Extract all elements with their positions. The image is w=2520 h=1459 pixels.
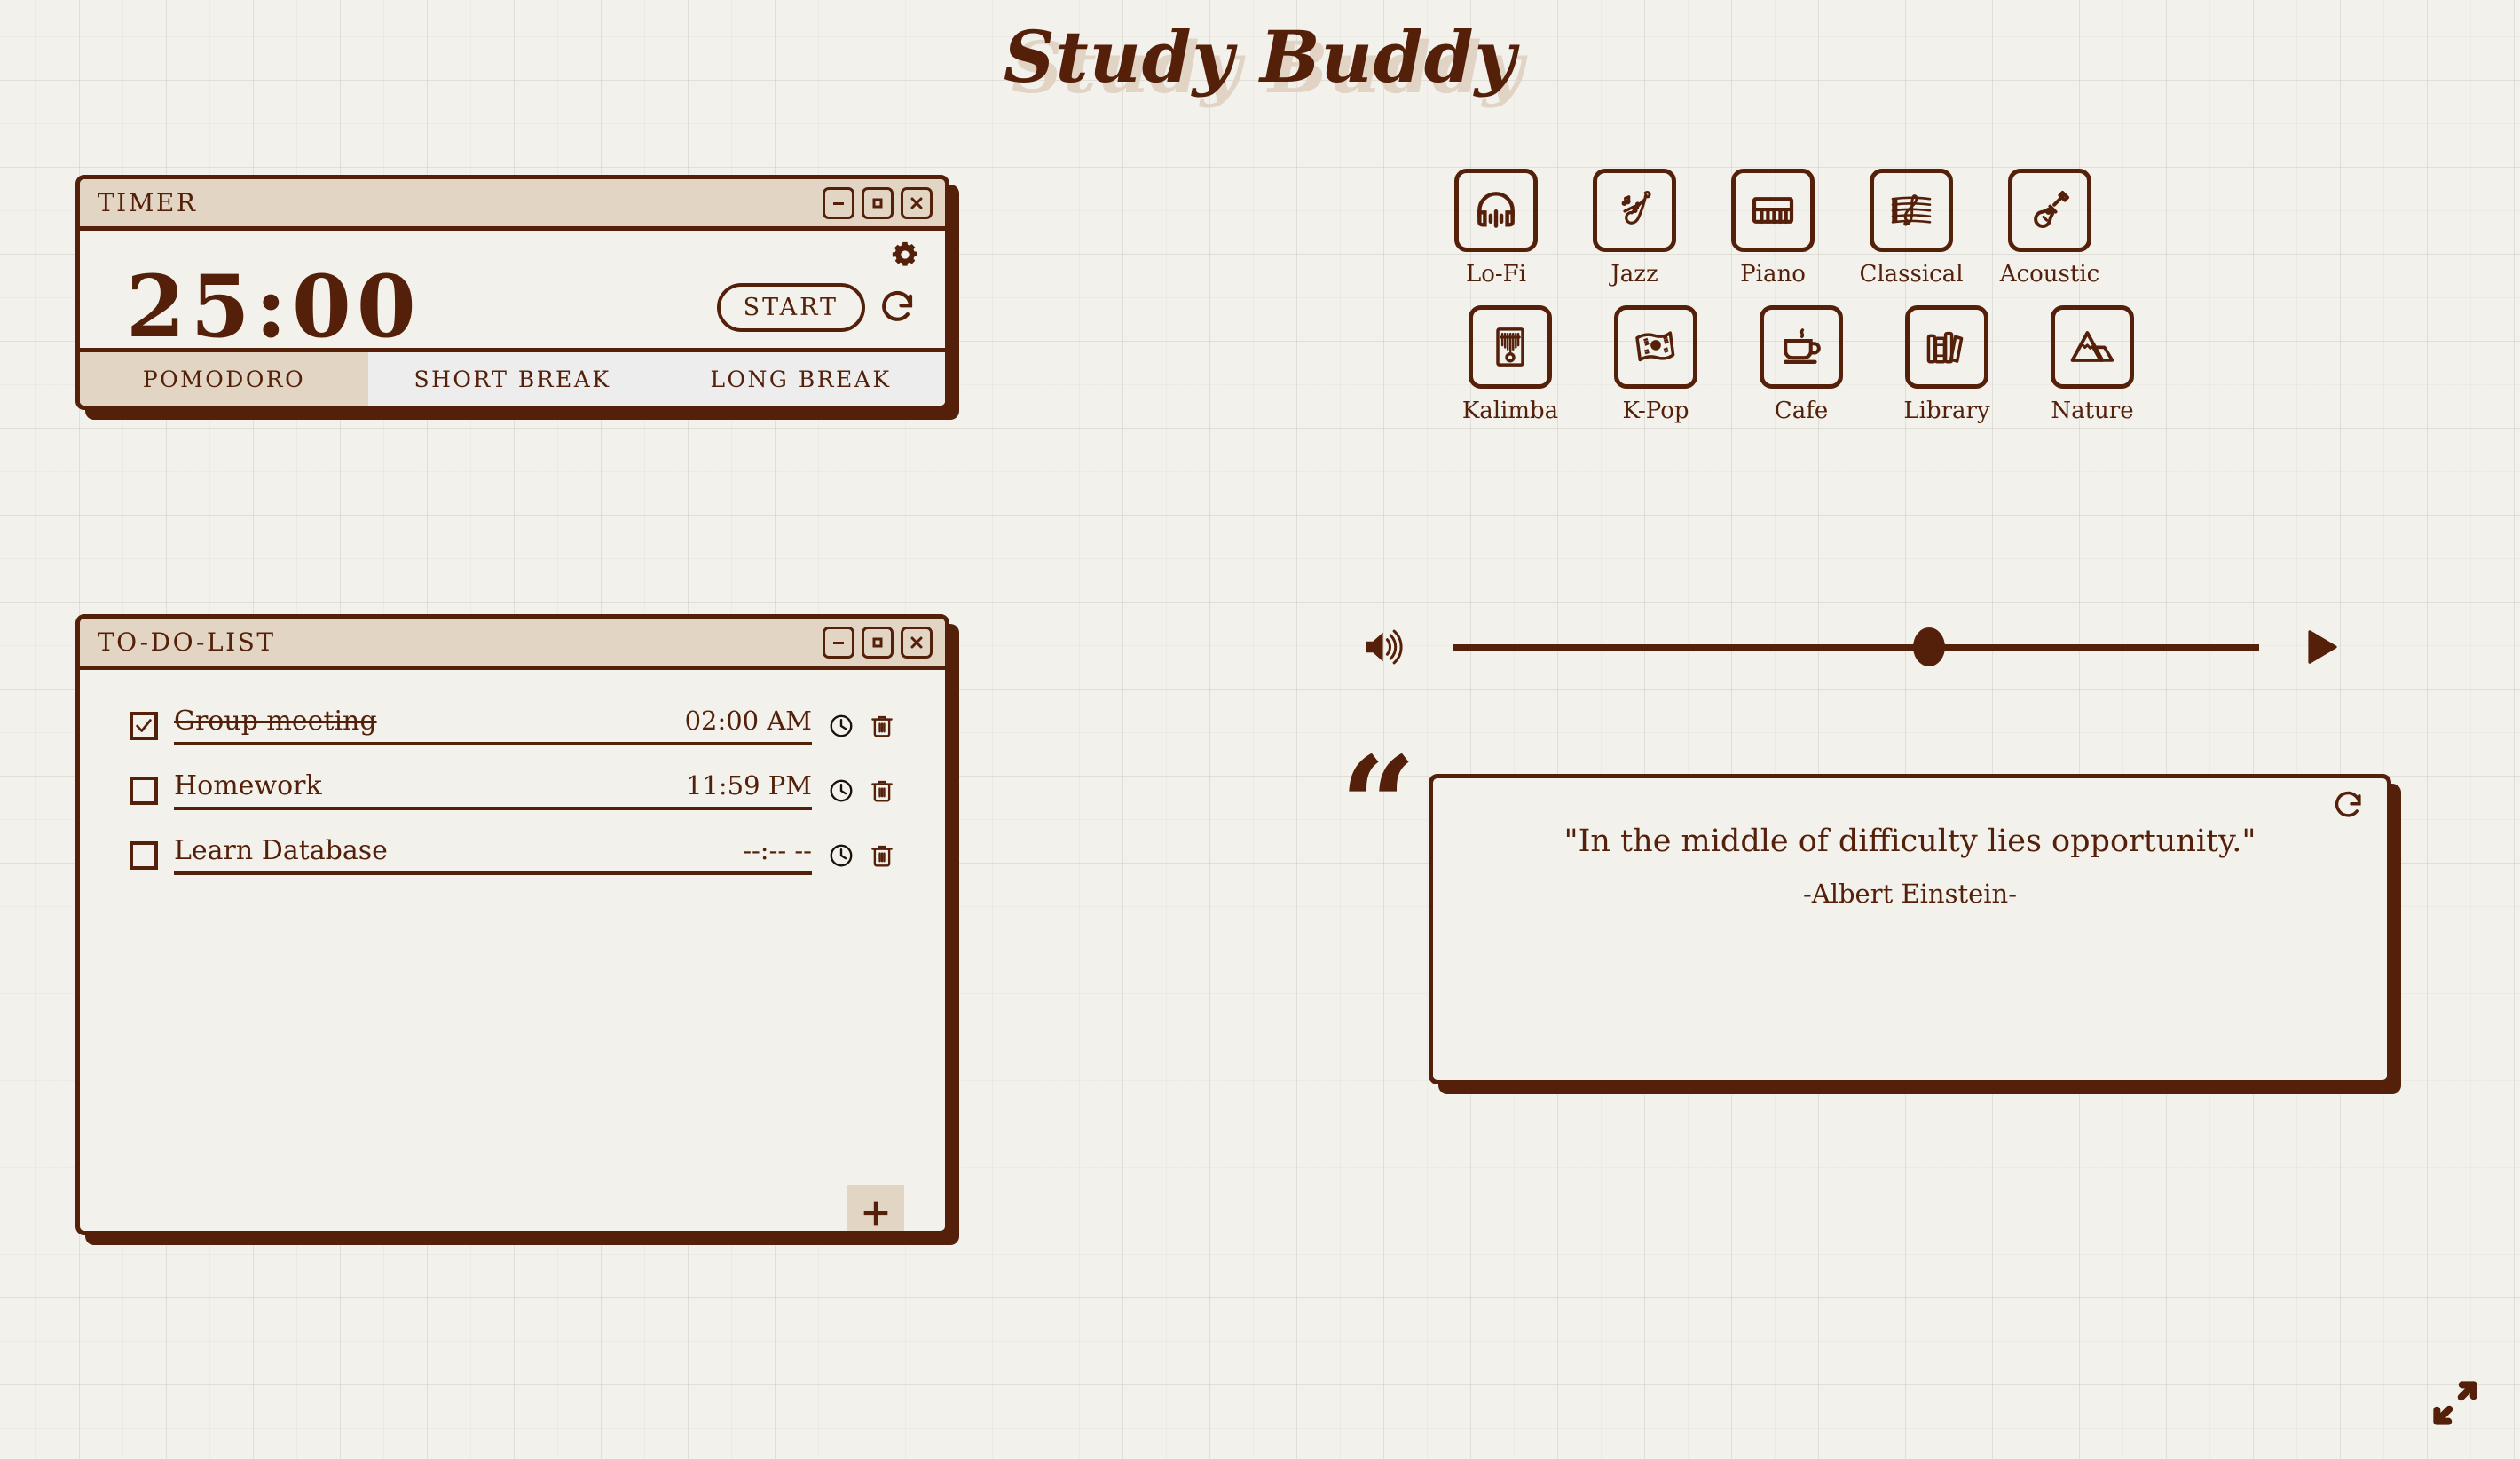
- expand-icon[interactable]: [2426, 1376, 2485, 1431]
- quote-box: "In the middle of difficulty lies opport…: [1429, 774, 2391, 1084]
- task-checkbox[interactable]: [130, 776, 158, 805]
- minimize-icon[interactable]: [823, 186, 854, 219]
- timer-controls: START: [716, 282, 917, 332]
- quote-text: "In the middle of difficulty lies opport…: [1563, 824, 2256, 859]
- sound-item-piano[interactable]: Piano: [1714, 169, 1831, 288]
- task-checkbox[interactable]: [130, 840, 158, 870]
- close-icon[interactable]: [901, 626, 933, 659]
- korean-flag-icon: [1614, 305, 1697, 389]
- refresh-icon[interactable]: [2332, 789, 2366, 823]
- sound-label: Nature: [2051, 398, 2134, 424]
- sound-item-acoustic[interactable]: Acoustic: [1991, 169, 2108, 288]
- task-checkbox[interactable]: [130, 711, 158, 740]
- sound-label: Piano: [1740, 261, 1806, 288]
- player-controls: [1358, 621, 2343, 673]
- sound-item-library[interactable]: Library: [1888, 305, 2005, 424]
- maximize-icon[interactable]: [862, 626, 894, 659]
- sound-label: Jazz: [1610, 261, 1658, 288]
- music-sheet-icon: [1870, 169, 1953, 252]
- sound-label: Library: [1903, 398, 1990, 424]
- sound-item-jazz[interactable]: Jazz: [1576, 169, 1693, 288]
- todo-title-bar: TO-DO-LIST: [80, 619, 945, 670]
- tab-short-break[interactable]: SHORT BREAK: [368, 352, 657, 406]
- quote-author: -Albert Einstein-: [1802, 878, 2018, 909]
- list-item: Group meeting 02:00 AM: [130, 706, 895, 745]
- timer-main-row: 25:00 START: [80, 264, 945, 350]
- clock-icon[interactable]: [828, 713, 854, 739]
- minimize-icon[interactable]: [823, 626, 854, 659]
- volume-track: [1453, 643, 2259, 651]
- timer-title-bar: TIMER: [80, 179, 945, 231]
- sound-row-1: Lo-Fi Jazz Piano Classical Acoustic: [1437, 169, 2307, 288]
- close-icon[interactable]: [901, 186, 933, 219]
- page-title: Study Buddy: [1003, 15, 1517, 99]
- headphones-icon: [1454, 169, 1538, 252]
- sound-item-kalimba[interactable]: Kalimba: [1452, 305, 1569, 424]
- task-content: Group meeting 02:00 AM: [174, 706, 812, 745]
- kalimba-icon: [1469, 305, 1552, 389]
- task-time: 11:59 PM: [686, 770, 812, 800]
- sound-label: Lo-Fi: [1465, 261, 1527, 288]
- task-actions: [828, 842, 895, 869]
- sound-item-classical[interactable]: Classical: [1853, 169, 1970, 288]
- quotation-mark-icon: “: [1340, 728, 1417, 884]
- reset-icon[interactable]: [879, 288, 917, 326]
- task-label: Homework: [174, 770, 322, 801]
- trash-icon[interactable]: [869, 777, 895, 804]
- trash-icon[interactable]: [869, 713, 895, 739]
- volume-icon[interactable]: [1358, 621, 1413, 673]
- sound-label: Cafe: [1774, 398, 1829, 424]
- timer-window-title: TIMER: [98, 188, 198, 217]
- sound-label: Kalimba: [1461, 398, 1559, 424]
- todo-body: Group meeting 02:00 AM Homework 11:59 PM: [80, 670, 945, 1231]
- piano-keys-icon: [1731, 169, 1815, 252]
- timer-body: 25:00 START: [80, 231, 945, 350]
- sound-label: K-Pop: [1622, 398, 1689, 424]
- todo-window-controls: [823, 626, 933, 659]
- task-time: --:-- --: [743, 835, 812, 865]
- task-content: Learn Database --:-- --: [174, 835, 812, 875]
- sound-categories: Lo-Fi Jazz Piano Classical Acoustic Kali…: [1437, 169, 2307, 442]
- sound-label: Acoustic: [1999, 261, 2100, 288]
- quote-content: "In the middle of difficulty lies opport…: [1433, 819, 2387, 909]
- task-label: Group meeting: [174, 706, 377, 737]
- task-time: 02:00 AM: [684, 706, 812, 736]
- start-button[interactable]: START: [716, 282, 865, 332]
- quote-card: “ "In the middle of difficulty lies oppo…: [1340, 739, 2391, 1084]
- volume-thumb[interactable]: [1912, 627, 1945, 666]
- sound-label: Classical: [1859, 261, 1964, 288]
- clock-icon[interactable]: [828, 777, 854, 804]
- sound-item-kpop[interactable]: K-Pop: [1597, 305, 1714, 424]
- add-task-button[interactable]: [847, 1185, 904, 1231]
- sound-item-nature[interactable]: Nature: [2034, 305, 2151, 424]
- timer-display: 25:00: [126, 256, 421, 357]
- saxophone-icon: [1593, 169, 1676, 252]
- play-icon[interactable]: [2300, 622, 2343, 672]
- task-actions: [828, 713, 895, 739]
- timer-window: TIMER 25:00 START POMODORO SHORT BREAK L…: [75, 175, 949, 410]
- timer-window-controls: [823, 186, 933, 219]
- sound-row-2: Kalimba K-Pop Cafe Library Nature: [1437, 305, 2307, 424]
- maximize-icon[interactable]: [862, 186, 894, 219]
- tab-pomodoro[interactable]: POMODORO: [80, 352, 368, 406]
- task-actions: [828, 777, 895, 804]
- tab-long-break[interactable]: LONG BREAK: [657, 352, 945, 406]
- trash-icon[interactable]: [869, 842, 895, 869]
- clock-icon[interactable]: [828, 842, 854, 869]
- mountain-icon: [2051, 305, 2134, 389]
- volume-slider[interactable]: [1453, 627, 2259, 666]
- sound-item-lofi[interactable]: Lo-Fi: [1437, 169, 1555, 288]
- books-icon: [1905, 305, 1988, 389]
- coffee-cup-icon: [1760, 305, 1843, 389]
- sound-item-cafe[interactable]: Cafe: [1743, 305, 1860, 424]
- todo-window-title: TO-DO-LIST: [98, 627, 276, 657]
- list-item: Homework 11:59 PM: [130, 770, 895, 810]
- task-label: Learn Database: [174, 835, 388, 866]
- guitar-icon: [2008, 169, 2091, 252]
- todo-window: TO-DO-LIST Group meeting 02:00 AM Homewo…: [75, 614, 949, 1235]
- list-item: Learn Database --:-- --: [130, 835, 895, 875]
- task-content: Homework 11:59 PM: [174, 770, 812, 810]
